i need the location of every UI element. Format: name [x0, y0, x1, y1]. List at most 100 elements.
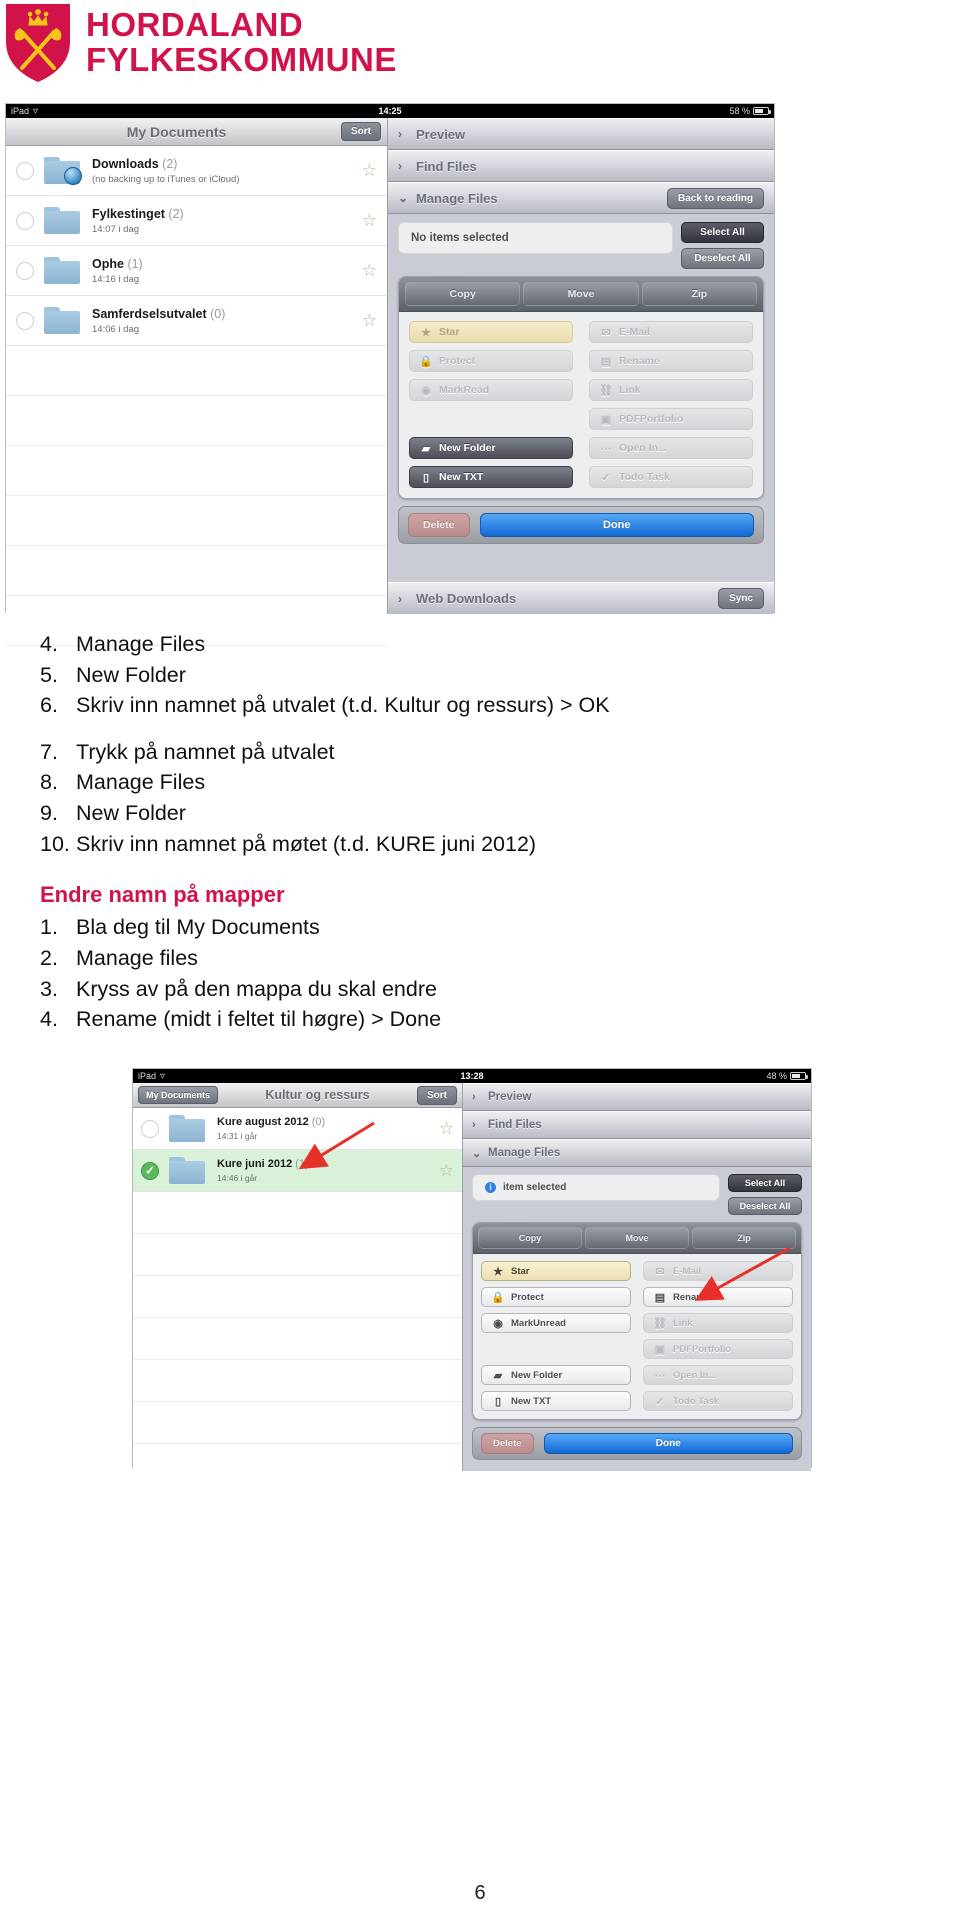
section-web-downloads[interactable]: › Web Downloads Sync [388, 582, 774, 614]
protect-button[interactable]: 🔒 Protect [409, 350, 573, 372]
star-icon[interactable]: ☆ [362, 161, 377, 181]
section-find-files[interactable]: › Find Files [388, 150, 774, 182]
back-button-my-documents[interactable]: My Documents [138, 1086, 219, 1104]
select-all-button[interactable]: Select All [728, 1174, 802, 1192]
list-item: 9. New Folder [40, 799, 930, 828]
back-to-reading-button[interactable]: Back to reading [666, 187, 764, 209]
table-row[interactable]: Kure august 2012 (0) 14:31 i går ☆ [133, 1108, 462, 1150]
copy-button[interactable]: Copy [405, 282, 521, 306]
section-find-files[interactable]: › Find Files [463, 1111, 811, 1139]
empty-row [133, 1192, 462, 1234]
rename-button[interactable]: ▤ Rename [589, 350, 753, 372]
table-row[interactable]: Samferdselsutvalet (0) 14:06 i dag ☆ [6, 296, 387, 346]
todo-task-button[interactable]: ✓ Todo Task [643, 1391, 793, 1411]
callout-caret [437, 277, 459, 278]
done-button[interactable]: Done [479, 513, 754, 537]
list-item: 6. Skriv inn namnet på utvalet (t.d. Kul… [40, 691, 930, 720]
empty-row [6, 346, 387, 396]
table-row[interactable]: Fylkestinget (2) 14:07 i dag ☆ [6, 196, 387, 246]
chevron-down-icon: ⌄ [472, 1147, 482, 1160]
row-name: Kure juni 2012 [217, 1158, 293, 1170]
folder-icon [44, 257, 80, 284]
star-icon[interactable]: ☆ [439, 1161, 454, 1181]
manage-files-body: No items selected Select All Deselect Al… [388, 214, 774, 550]
file-browser-pane: My Documents Sort Downloads (2) (no back… [6, 118, 388, 646]
step-text: New Folder [76, 662, 186, 687]
lock-icon: 🔒 [491, 1291, 505, 1304]
star-icon[interactable]: ☆ [362, 211, 377, 231]
row-subtitle: 14:46 i går [217, 1173, 258, 1183]
delete-button[interactable]: Delete [408, 513, 470, 537]
tools-pane: › Preview › Find Files ⌄ Manage Files it… [463, 1083, 811, 1471]
deselect-all-button[interactable]: Deselect All [681, 248, 764, 269]
empty-row [133, 1360, 462, 1402]
envelope-icon: ✉ [601, 326, 611, 339]
new-txt-button[interactable]: ▯ New TXT [481, 1391, 631, 1411]
section-manage-files[interactable]: ⌄ Manage Files [463, 1139, 811, 1167]
new-folder-button[interactable]: ▰ New Folder [481, 1365, 631, 1385]
chevron-right-icon: › [398, 127, 402, 141]
link-button[interactable]: ⛓ Link [643, 1313, 793, 1333]
zip-button[interactable]: Zip [692, 1227, 796, 1249]
done-button[interactable]: Done [543, 1433, 793, 1454]
manage-files-footer: Delete Done [398, 506, 764, 544]
step-text: Manage files [76, 946, 198, 970]
open-in-button[interactable]: ⋯ Open In... [643, 1365, 793, 1385]
table-row[interactable]: Downloads (2) (no backing up to iTunes o… [6, 146, 387, 196]
pdfportfolio-button[interactable]: ▣ PDFPortfolio [589, 408, 753, 430]
todo-task-button[interactable]: ✓ Todo Task [589, 466, 753, 488]
table-row[interactable]: Ophe (1) 14:16 i dag ☆ [6, 246, 387, 296]
sort-button[interactable]: Sort [417, 1085, 457, 1105]
new-folder-button[interactable]: ▰ New Folder [409, 437, 573, 459]
row-checkbox[interactable] [16, 161, 34, 180]
star-icon: ★ [421, 326, 431, 339]
row-subtitle: 14:06 i dag [92, 323, 140, 335]
row-checkbox[interactable] [141, 1161, 159, 1180]
new-txt-button[interactable]: ▯ New TXT [409, 466, 573, 488]
row-checkbox[interactable] [141, 1119, 159, 1138]
envelope-icon: ✉ [655, 1265, 665, 1278]
open-in-button[interactable]: ⋯ Open In... [589, 437, 753, 459]
star-icon[interactable]: ☆ [439, 1119, 454, 1139]
move-button[interactable]: Move [585, 1227, 689, 1249]
star-button[interactable]: ★ Star [409, 321, 573, 343]
logo-line-2: FYLKESKOMMUNE [86, 41, 397, 78]
markread-button[interactable]: ◉ MarkRead [409, 379, 573, 401]
markunread-button[interactable]: ◉ MarkUnread [481, 1313, 631, 1333]
status-bar-time: 13:28 [460, 1071, 484, 1081]
move-button[interactable]: Move [523, 282, 639, 306]
row-count: (0) [210, 306, 226, 321]
folder-icon [44, 207, 80, 234]
row-checkbox[interactable] [16, 261, 34, 280]
email-button[interactable]: ✉ E-Mail [589, 321, 753, 343]
protect-button[interactable]: 🔒 Protect [481, 1287, 631, 1307]
sort-button[interactable]: Sort [341, 122, 381, 141]
page-number: 6 [474, 1882, 486, 1904]
email-button[interactable]: ✉ E-Mail [643, 1261, 793, 1281]
file-browser-navbar: My Documents Sort [6, 118, 387, 146]
section-preview[interactable]: › Preview [463, 1083, 811, 1111]
copy-button[interactable]: Copy [478, 1227, 582, 1249]
table-row[interactable]: Kure juni 2012 (1) 14:46 i går ☆ [133, 1150, 462, 1192]
delete-button[interactable]: Delete [481, 1433, 534, 1454]
zip-button[interactable]: Zip [641, 282, 757, 306]
pdfportfolio-button[interactable]: ▣ PDFPortfolio [643, 1339, 793, 1359]
open-in-icon: ⋯ [600, 442, 612, 455]
row-checkbox[interactable] [16, 211, 34, 230]
star-icon[interactable]: ☆ [362, 311, 377, 331]
coat-of-arms-shield-icon [4, 2, 72, 84]
empty-row [133, 1318, 462, 1360]
select-all-button[interactable]: Select All [681, 222, 764, 243]
rename-button[interactable]: ▤ Rename [643, 1287, 793, 1307]
row-name: Samferdselsutvalet [92, 306, 207, 321]
star-icon: ★ [493, 1265, 503, 1278]
star-button[interactable]: ★ Star [481, 1261, 631, 1281]
link-button[interactable]: ⛓ Link [589, 379, 753, 401]
row-name: Downloads [92, 156, 159, 171]
row-checkbox[interactable] [16, 311, 34, 330]
sync-button[interactable]: Sync [718, 588, 764, 609]
deselect-all-button[interactable]: Deselect All [728, 1197, 802, 1215]
star-icon[interactable]: ☆ [362, 261, 377, 281]
section-preview[interactable]: › Preview [388, 118, 774, 150]
section-manage-files[interactable]: ⌄ Manage Files Back to reading [388, 182, 774, 214]
